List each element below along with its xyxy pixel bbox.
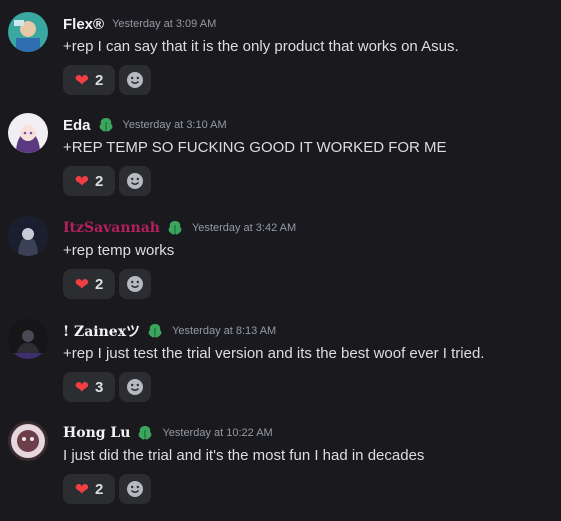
username[interactable]: ItzSavannah <box>63 220 160 236</box>
timestamp: Yesterday at 3:10 AM <box>122 119 227 131</box>
message-text: +REP TEMP SO FUCKING GOOD IT WORKED FOR … <box>63 139 447 156</box>
message-header: Hong Lu Yesterday at 10:22 AM <box>63 423 273 443</box>
timestamp: Yesterday at 10:22 AM <box>162 427 273 439</box>
message: Eda Yesterday at 3:10 AM +REP TEMP SO FU… <box>0 113 561 213</box>
add-reaction-button[interactable] <box>119 65 151 95</box>
heart-reaction-button[interactable]: ❤ 2 <box>63 269 115 299</box>
username[interactable]: Flex® <box>63 16 104 33</box>
username[interactable]: Eda <box>63 117 91 134</box>
avatar[interactable] <box>8 113 48 153</box>
avatar[interactable] <box>8 12 48 52</box>
green-leaf-badge-icon[interactable] <box>166 219 184 237</box>
heart-icon: ❤ <box>74 70 89 90</box>
heart-reaction-button[interactable]: ❤ 2 <box>63 166 115 196</box>
reactions-bar: ❤ 2 <box>63 474 151 504</box>
green-leaf-badge-icon[interactable] <box>97 116 115 134</box>
message-header: Eda Yesterday at 3:10 AM <box>63 115 227 135</box>
reactions-bar: ❤ 2 <box>63 269 151 299</box>
add-reaction-button[interactable] <box>119 269 151 299</box>
message-text: +rep I just test the trial version and i… <box>63 345 485 362</box>
heart-icon: ❤ <box>74 171 89 191</box>
heart-icon: ❤ <box>74 274 89 294</box>
timestamp: Yesterday at 3:42 AM <box>191 222 297 234</box>
green-leaf-badge-icon[interactable] <box>146 322 164 340</box>
smiley-icon <box>127 379 143 395</box>
message: ItzSavannah Yesterday at 3:42 AM +rep te… <box>0 216 561 316</box>
message-text: +rep temp works <box>63 242 175 259</box>
heart-reaction-button[interactable]: ❤ 2 <box>63 474 115 504</box>
heart-reaction-button[interactable]: ❤ 3 <box>63 372 115 402</box>
avatar[interactable] <box>8 421 48 461</box>
reaction-count: 3 <box>94 378 104 396</box>
heart-reaction-button[interactable]: ❤ 2 <box>63 65 115 95</box>
timestamp: Yesterday at 3:09 AM <box>112 18 217 30</box>
message-text: I just did the trial and it's the most f… <box>63 447 425 464</box>
avatar[interactable] <box>8 216 48 256</box>
message: Hong Lu Yesterday at 10:22 AM I just did… <box>0 421 561 521</box>
username[interactable]: ! Zainexツ <box>63 321 140 341</box>
reactions-bar: ❤ 2 <box>63 166 151 196</box>
heart-icon: ❤ <box>74 377 89 397</box>
smiley-icon <box>127 72 143 88</box>
username[interactable]: Hong Lu <box>63 425 130 441</box>
reactions-bar: ❤ 3 <box>63 372 151 402</box>
message-header: ! Zainexツ Yesterday at 8:13 AM <box>63 321 276 341</box>
smiley-icon <box>127 173 143 189</box>
message: Flex® Yesterday at 3:09 AM +rep I can sa… <box>0 12 561 112</box>
add-reaction-button[interactable] <box>119 474 151 504</box>
smiley-icon <box>127 276 143 292</box>
add-reaction-button[interactable] <box>119 166 151 196</box>
message-header: Flex® Yesterday at 3:09 AM <box>63 14 216 34</box>
reaction-count: 2 <box>94 172 104 190</box>
green-leaf-badge-icon[interactable] <box>136 424 154 442</box>
add-reaction-button[interactable] <box>119 372 151 402</box>
smiley-icon <box>127 481 143 497</box>
reaction-count: 2 <box>94 275 104 293</box>
timestamp: Yesterday at 8:13 AM <box>172 325 277 337</box>
heart-icon: ❤ <box>74 479 89 499</box>
avatar[interactable] <box>8 319 48 359</box>
message-header: ItzSavannah Yesterday at 3:42 AM <box>63 218 296 238</box>
message-text: +rep I can say that it is the only produ… <box>63 38 459 55</box>
message: ! Zainexツ Yesterday at 8:13 AM +rep I ju… <box>0 319 561 419</box>
reaction-count: 2 <box>94 480 104 498</box>
reaction-count: 2 <box>94 71 104 89</box>
reactions-bar: ❤ 2 <box>63 65 151 95</box>
